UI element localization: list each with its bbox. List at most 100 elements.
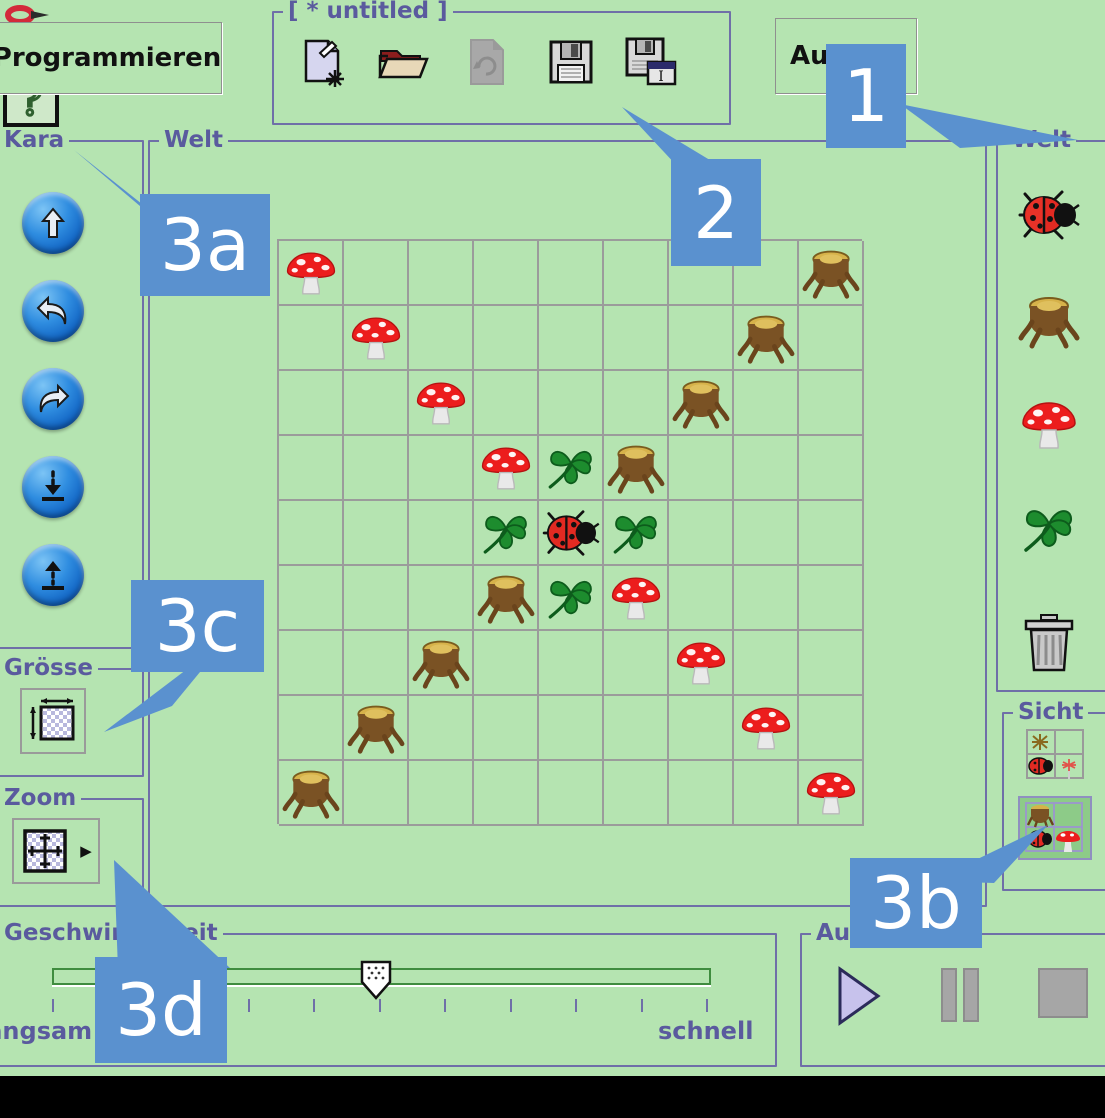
play-button[interactable] (834, 965, 884, 1031)
world-cell[interactable] (799, 436, 864, 501)
speed-slider-thumb[interactable] (359, 960, 393, 1000)
kara-remove-leaf-button[interactable] (22, 544, 84, 606)
world-cell[interactable] (344, 306, 409, 371)
world-cell[interactable] (799, 696, 864, 761)
world-cell[interactable] (734, 306, 799, 371)
world-cell[interactable] (409, 436, 474, 501)
palette-trash[interactable] (1018, 612, 1080, 674)
world-cell[interactable] (539, 371, 604, 436)
kara-put-leaf-button[interactable] (22, 456, 84, 518)
sicht-option-outline[interactable] (1020, 724, 1094, 788)
world-cell[interactable] (669, 566, 734, 631)
kara-turn-right-button[interactable] (22, 368, 84, 430)
world-cell[interactable] (604, 306, 669, 371)
world-cell[interactable] (734, 566, 799, 631)
world-cell[interactable] (409, 501, 474, 566)
world-cell[interactable] (669, 761, 734, 826)
new-file-icon[interactable] (294, 33, 352, 91)
tab-programmieren[interactable]: Programmieren (0, 22, 222, 94)
kara-turn-left-button[interactable] (22, 280, 84, 342)
world-cell[interactable] (799, 371, 864, 436)
world-cell[interactable] (279, 501, 344, 566)
world-cell[interactable] (669, 306, 734, 371)
world-cell[interactable] (604, 631, 669, 696)
save-as-file-icon[interactable]: I (622, 33, 680, 91)
palette-kara-ladybug[interactable] (1018, 184, 1080, 246)
world-cell[interactable] (604, 241, 669, 306)
world-cell[interactable] (279, 566, 344, 631)
world-cell[interactable] (474, 501, 539, 566)
open-file-icon[interactable] (374, 33, 432, 91)
world-cell[interactable] (344, 436, 409, 501)
palette-clover-leaf[interactable] (1018, 498, 1080, 560)
world-cell[interactable] (279, 696, 344, 761)
world-cell[interactable] (279, 306, 344, 371)
world-cell[interactable] (279, 241, 344, 306)
world-cell[interactable] (539, 696, 604, 761)
world-cell[interactable] (539, 436, 604, 501)
world-cell[interactable] (344, 241, 409, 306)
world-cell[interactable] (799, 501, 864, 566)
world-cell[interactable] (539, 241, 604, 306)
world-cell[interactable] (539, 501, 604, 566)
world-cell[interactable] (409, 566, 474, 631)
world-cell[interactable] (669, 631, 734, 696)
world-cell[interactable] (734, 761, 799, 826)
world-cell[interactable] (344, 501, 409, 566)
world-cell[interactable] (604, 436, 669, 501)
world-cell[interactable] (409, 761, 474, 826)
palette-tree-stump[interactable] (1018, 290, 1080, 352)
world-cell[interactable] (539, 631, 604, 696)
world-cell[interactable] (344, 761, 409, 826)
world-cell[interactable] (279, 761, 344, 826)
world-size-button[interactable] (20, 688, 86, 754)
world-cell[interactable] (474, 371, 539, 436)
world-cell[interactable] (279, 631, 344, 696)
world-cell[interactable] (279, 436, 344, 501)
world-cell[interactable] (669, 501, 734, 566)
world-cell[interactable] (799, 631, 864, 696)
world-cell[interactable] (539, 566, 604, 631)
world-cell[interactable] (604, 371, 669, 436)
world-cell[interactable] (604, 501, 669, 566)
world-cell[interactable] (734, 501, 799, 566)
world-cell[interactable] (799, 306, 864, 371)
world-cell[interactable] (539, 306, 604, 371)
world-cell[interactable] (604, 566, 669, 631)
world-cell[interactable] (409, 306, 474, 371)
world-cell[interactable] (604, 696, 669, 761)
callout-3a-label: 3a (160, 203, 250, 287)
world-cell[interactable] (344, 566, 409, 631)
world-cell[interactable] (409, 241, 474, 306)
world-cell[interactable] (474, 761, 539, 826)
world-cell[interactable] (409, 631, 474, 696)
world-cell[interactable] (474, 436, 539, 501)
world-cell[interactable] (474, 566, 539, 631)
world-cell[interactable] (344, 696, 409, 761)
world-cell[interactable] (734, 436, 799, 501)
world-cell[interactable] (669, 436, 734, 501)
world-cell[interactable] (604, 761, 669, 826)
world-cell[interactable] (344, 371, 409, 436)
world-cell[interactable] (799, 566, 864, 631)
world-cell[interactable] (474, 241, 539, 306)
world-cell[interactable] (474, 696, 539, 761)
world-cell[interactable] (344, 631, 409, 696)
world-cell[interactable] (799, 761, 864, 826)
world-cell[interactable] (474, 631, 539, 696)
world-cell[interactable] (669, 371, 734, 436)
save-file-icon[interactable] (542, 33, 600, 91)
zoom-button[interactable] (12, 818, 78, 884)
world-cell[interactable] (734, 631, 799, 696)
world-cell[interactable] (669, 696, 734, 761)
world-cell[interactable] (799, 241, 864, 306)
world-cell[interactable] (539, 761, 604, 826)
world-cell[interactable] (409, 371, 474, 436)
world-cell[interactable] (734, 371, 799, 436)
palette-mushroom[interactable] (1018, 394, 1080, 456)
world-cell[interactable] (734, 696, 799, 761)
world-cell[interactable] (279, 371, 344, 436)
world-grid[interactable] (277, 239, 864, 826)
world-cell[interactable] (409, 696, 474, 761)
world-cell[interactable] (474, 306, 539, 371)
